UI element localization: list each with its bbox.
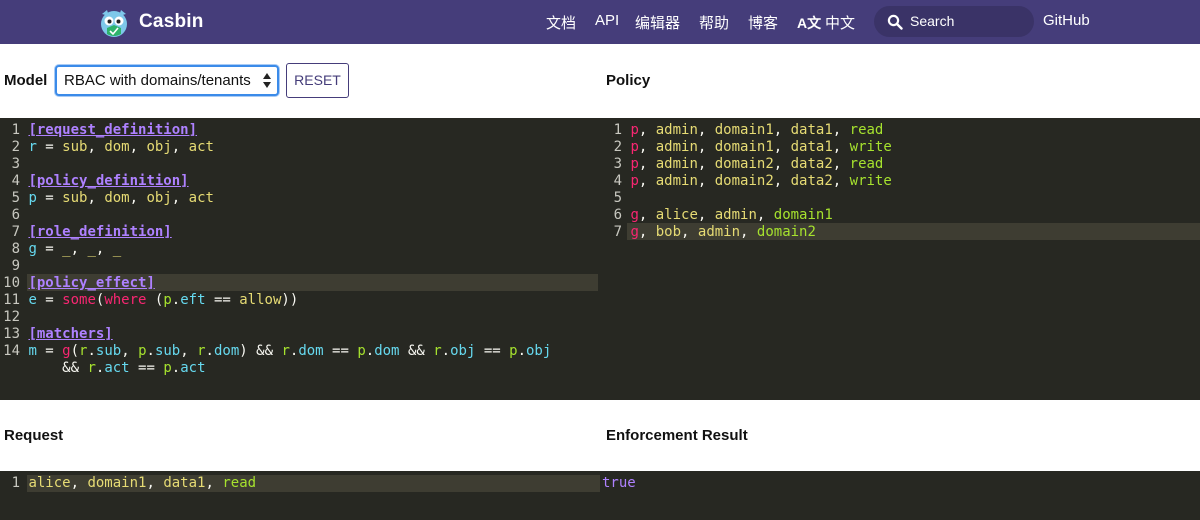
model-label: Model: [4, 72, 48, 89]
nav-item-github[interactable]: GitHub: [1043, 12, 1090, 29]
code-line: 8 g = _, _, _: [11, 241, 122, 257]
code-line: 3: [11, 156, 20, 172]
reset-button[interactable]: RESET: [286, 63, 349, 98]
select-arrows-icon: [263, 73, 271, 88]
top-navbar: Casbin 文档 API 编辑器 帮助 博客 A文 中文 Search Git…: [0, 0, 1200, 44]
code-line: 7 [role_definition]: [11, 224, 172, 240]
result-editor: true: [600, 471, 1200, 520]
code-line: 4 [policy_definition]: [11, 173, 189, 189]
code-line: 12: [3, 309, 20, 325]
nav-item-docs[interactable]: 文档: [546, 12, 576, 33]
code-line: 1 [request_definition]: [11, 122, 198, 138]
policy-line: 7 g, bob, admin, domain2: [613, 224, 816, 240]
policy-line: 4 p, admin, domain2, data2, write: [613, 173, 892, 189]
code-line: 9: [11, 258, 20, 274]
search-box[interactable]: Search: [874, 6, 1034, 37]
result-value: true: [602, 475, 636, 491]
code-line: 11 e = some(where (p.eft == allow)): [3, 292, 299, 308]
policy-line: 3 p, admin, domain2, data2, read: [613, 156, 884, 172]
code-line: 13 [matchers]: [3, 326, 113, 342]
nav-item-api[interactable]: API: [595, 12, 619, 29]
model-editor[interactable]: 1 [request_definition] 2 r = sub, dom, o…: [0, 118, 600, 400]
policy-line: 2 p, admin, domain1, data1, write: [613, 139, 892, 155]
policy-label: Policy: [606, 72, 651, 89]
code-line-wrapped: && r.act == p.act: [62, 360, 206, 376]
code-line: 2 r = sub, dom, obj, act: [11, 139, 214, 155]
policy-line: 1 p, admin, domain1, data1, read: [613, 122, 884, 138]
translate-icon[interactable]: A文: [797, 13, 821, 33]
nav-item-blog[interactable]: 博客: [748, 12, 778, 33]
code-line: 14 m = g(r.sub, p.sub, r.dom) && r.dom =…: [3, 343, 552, 359]
enforcement-result-label: Enforcement Result: [606, 427, 748, 444]
code-line: 10 [policy_effect]: [3, 275, 155, 291]
result-line: true: [602, 475, 636, 492]
policy-editor[interactable]: 1 p, admin, domain1, data1, read 2 p, ad…: [600, 118, 1200, 400]
policy-line: 6 g, alice, admin, domain1: [613, 207, 833, 223]
search-icon: [887, 14, 903, 30]
request-editor[interactable]: 1 alice, domain1, data1, read: [0, 471, 600, 520]
nav-item-editor[interactable]: 编辑器: [635, 12, 680, 33]
code-line: 5 p = sub, dom, obj, act: [11, 190, 214, 206]
request-label: Request: [4, 427, 64, 444]
code-line: 6: [11, 207, 20, 223]
search-placeholder: Search: [910, 13, 955, 29]
model-select-value: RBAC with domains/tenants: [64, 72, 251, 89]
request-line: 1 alice, domain1, data1, read: [11, 475, 257, 491]
brand-name[interactable]: Casbin: [139, 11, 204, 33]
casbin-logo-icon[interactable]: [99, 6, 129, 38]
policy-line: 5: [613, 190, 622, 206]
model-select[interactable]: RBAC with domains/tenants: [55, 65, 279, 96]
nav-item-help[interactable]: 帮助: [699, 12, 729, 33]
nav-item-language[interactable]: 中文: [825, 12, 855, 33]
